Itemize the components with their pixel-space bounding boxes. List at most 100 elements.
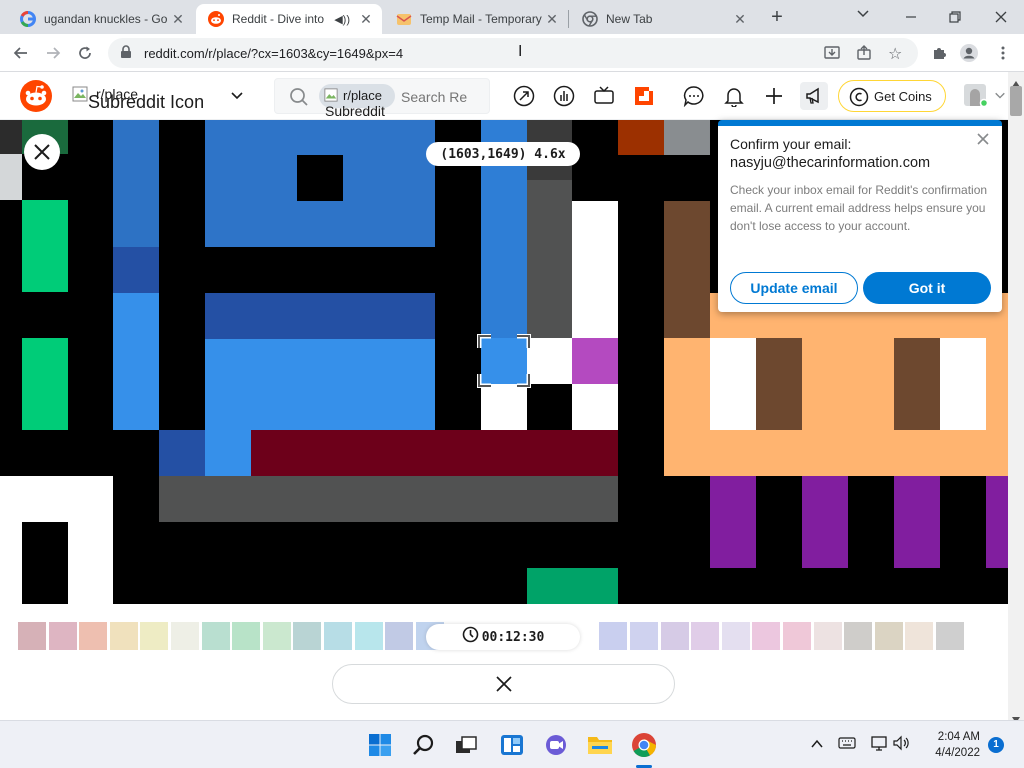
widgets-icon[interactable] — [498, 731, 526, 759]
color-swatch[interactable] — [844, 622, 873, 650]
show-hidden-icons-chevron-icon[interactable] — [810, 737, 824, 756]
get-coins-button[interactable]: Get Coins — [838, 80, 946, 112]
color-swatch[interactable] — [721, 622, 750, 650]
close-place-button[interactable] — [24, 134, 60, 170]
profile-avatar-icon[interactable] — [956, 40, 982, 66]
notifications-bell-icon[interactable] — [720, 82, 748, 110]
color-swatch[interactable] — [201, 622, 230, 650]
notification-count-badge[interactable]: 1 — [988, 737, 1004, 753]
color-swatch[interactable] — [813, 622, 842, 650]
color-swatch[interactable] — [18, 622, 46, 650]
color-swatch[interactable] — [385, 622, 414, 650]
search-input[interactable] — [401, 87, 487, 107]
place-palette: 00:12:30 — [0, 604, 1008, 720]
cancel-pixel-button[interactable] — [332, 664, 675, 704]
restore-button[interactable] — [944, 6, 966, 28]
create-post-icon[interactable] — [760, 82, 788, 110]
reddit-logo-icon[interactable] — [20, 80, 52, 112]
tab-search-icon[interactable] — [852, 6, 874, 28]
file-explorer-icon[interactable] — [586, 731, 614, 759]
pixel-selection-reticle[interactable] — [476, 333, 532, 389]
color-swatch[interactable] — [109, 622, 138, 650]
color-swatch[interactable] — [262, 622, 291, 650]
lock-icon — [120, 44, 134, 62]
subreddit-icon-alt-text: Subreddit Icon — [88, 92, 205, 112]
forward-button[interactable] — [40, 40, 66, 66]
tab-temp-mail[interactable]: Temp Mail - Temporary ✕ — [384, 4, 568, 34]
color-swatch[interactable] — [48, 622, 77, 650]
color-swatch[interactable] — [324, 622, 352, 650]
tab-google[interactable]: ugandan knuckles - Go ✕ — [8, 4, 194, 34]
close-icon[interactable]: ✕ — [730, 11, 750, 28]
update-email-button[interactable]: Update email — [730, 272, 858, 304]
close-window-button[interactable] — [990, 6, 1012, 28]
volume-icon[interactable] — [892, 735, 910, 756]
back-button[interactable] — [8, 40, 34, 66]
close-popup-button[interactable] — [976, 132, 994, 150]
search-bar[interactable]: r/place Subreddit Icon — [274, 78, 490, 135]
keyboard-icon[interactable] — [838, 736, 856, 755]
teams-chat-icon[interactable] — [542, 731, 570, 759]
color-swatch[interactable] — [79, 622, 108, 650]
place-icon[interactable] — [630, 82, 658, 110]
reload-button[interactable] — [72, 40, 98, 66]
search-community-label: r/place — [343, 88, 383, 103]
color-swatch[interactable] — [140, 622, 169, 650]
color-swatch[interactable] — [599, 622, 628, 650]
url-text: reddit.com/r/place/?cx=1603&cy=1649&px=4 — [144, 45, 404, 61]
color-swatch[interactable] — [232, 622, 261, 650]
chrome-taskbar-icon[interactable] — [630, 731, 658, 759]
color-swatch[interactable] — [936, 622, 964, 650]
close-icon[interactable]: ✕ — [168, 11, 188, 28]
chat-icon[interactable] — [680, 82, 708, 110]
page-scrollbar[interactable] — [1008, 72, 1024, 723]
tab-title: Temp Mail - Temporary — [420, 12, 542, 26]
tempmail-icon — [396, 11, 412, 27]
system-clock[interactable]: 2:04 AM 4/4/2022 — [920, 729, 980, 761]
windows-taskbar: 2:04 AM 4/4/2022 1 — [0, 720, 1024, 768]
user-dropdown[interactable] — [958, 82, 1008, 110]
search-icon[interactable] — [410, 731, 438, 759]
color-swatch[interactable] — [691, 622, 720, 650]
network-icon[interactable] — [870, 735, 888, 756]
color-swatch[interactable] — [874, 622, 903, 650]
popular-icon[interactable] — [510, 82, 538, 110]
advertise-megaphone-icon[interactable] — [800, 82, 828, 110]
tab-reddit[interactable]: Reddit - Dive into ◀)) ✕ — [196, 4, 382, 34]
rpan-video-icon[interactable] — [590, 82, 618, 110]
task-view-icon[interactable] — [452, 731, 480, 759]
close-icon[interactable]: ✕ — [542, 11, 562, 28]
browser-tab-strip: ugandan knuckles - Go ✕ Reddit - Dive in… — [0, 0, 1024, 34]
install-icon[interactable] — [824, 45, 840, 64]
color-swatch[interactable] — [293, 622, 322, 650]
tab-title: ugandan knuckles - Go — [44, 12, 168, 26]
color-swatch[interactable] — [171, 622, 199, 650]
extensions-icon[interactable] — [926, 40, 952, 66]
new-tab-button[interactable]: + — [766, 6, 788, 28]
address-bar[interactable]: reddit.com/r/place/?cx=1603&cy=1649&px=4… — [108, 38, 918, 68]
color-swatch[interactable] — [752, 622, 781, 650]
browser-menu-icon[interactable] — [990, 40, 1016, 66]
tab-new-tab[interactable]: New Tab ✕ — [570, 4, 756, 34]
bookmark-star-icon[interactable]: ☆ — [888, 44, 902, 64]
clock-time: 2:04 AM — [937, 731, 980, 743]
chrome-icon — [582, 11, 598, 27]
scroll-thumb[interactable] — [1010, 86, 1022, 116]
color-swatch[interactable] — [354, 622, 383, 650]
tab-title: New Tab — [606, 12, 653, 26]
start-windows-icon[interactable] — [366, 731, 394, 759]
browser-toolbar: reddit.com/r/place/?cx=1603&cy=1649&px=4… — [0, 34, 1024, 72]
minimize-button[interactable] — [900, 6, 922, 28]
share-icon[interactable] — [856, 45, 872, 64]
got-it-button[interactable]: Got it — [863, 272, 991, 304]
confirm-email-popup: Confirm your email: nasyju@thecarinforma… — [718, 120, 1002, 312]
coins-chart-icon[interactable] — [550, 82, 578, 110]
color-swatch[interactable] — [783, 622, 811, 650]
community-dropdown[interactable]: r/place Subreddit Icon — [70, 86, 250, 112]
close-icon[interactable]: ✕ — [356, 11, 376, 28]
color-swatch[interactable] — [660, 622, 689, 650]
speaker-icon[interactable]: ◀)) — [334, 13, 350, 26]
color-swatch[interactable] — [630, 622, 658, 650]
color-swatch[interactable] — [905, 622, 934, 650]
text-cursor-icon: I — [518, 43, 523, 60]
